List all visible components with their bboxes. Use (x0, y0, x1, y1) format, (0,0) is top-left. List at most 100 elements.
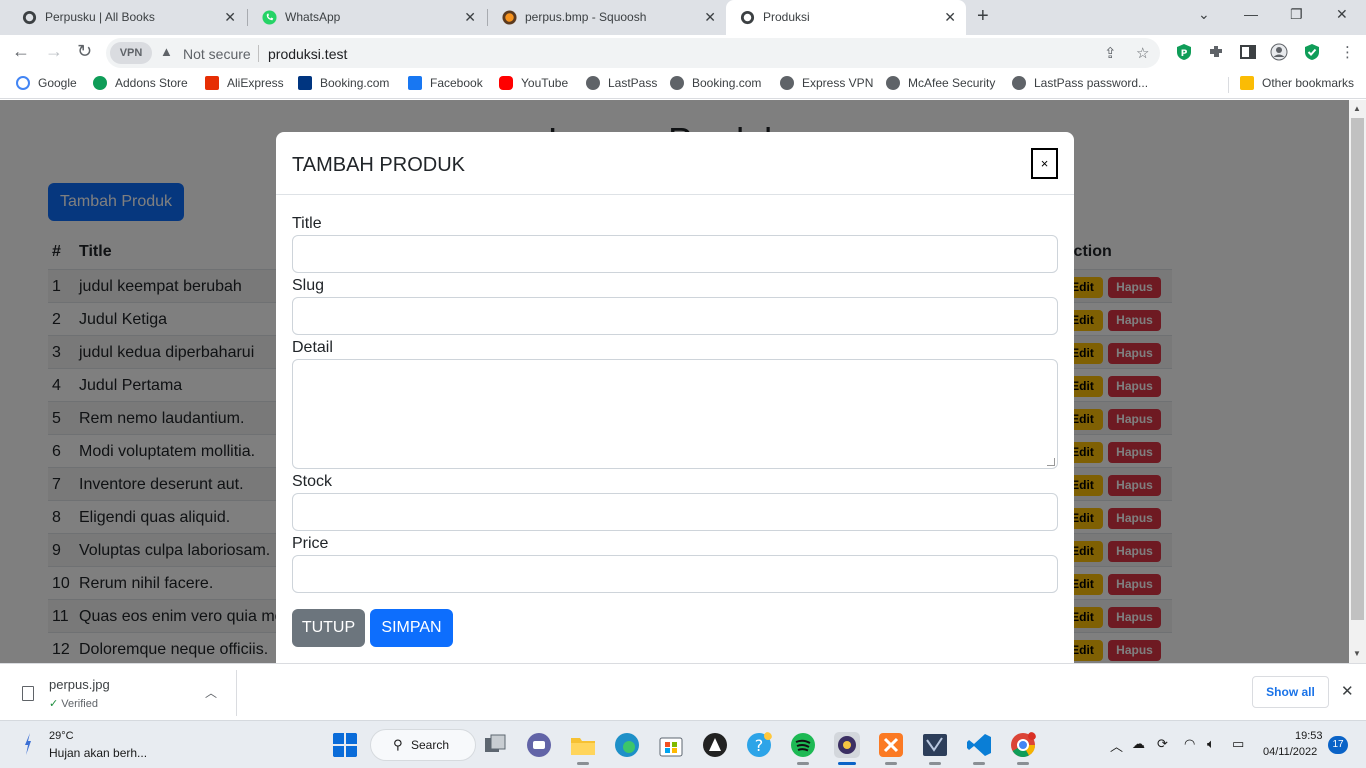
temperature[interactable]: 29°C (49, 730, 74, 742)
chrome-icon[interactable] (1010, 732, 1036, 758)
bookmark-label: Google (38, 76, 77, 90)
bookmark-booking-2[interactable]: Booking.com (670, 76, 761, 90)
battery-icon[interactable]: ▭ (1232, 736, 1244, 752)
scroll-up-icon[interactable]: ▲ (1353, 104, 1361, 113)
side-panel-icon[interactable] (1239, 43, 1257, 61)
bookmark-lastpass-password[interactable]: LastPass password... (1012, 76, 1148, 90)
clock-date[interactable]: 04/11/2022 (1263, 746, 1317, 758)
tab-search-icon[interactable]: ⌄ (1198, 6, 1210, 23)
modal-close-button[interactable]: × (1031, 148, 1058, 179)
save-button[interactable]: SIMPAN (370, 609, 453, 647)
scroll-down-icon[interactable]: ▼ (1353, 649, 1361, 658)
detail-label: Detail (292, 339, 333, 356)
bookmark-label: LastPass (608, 76, 658, 90)
teams-chat-icon[interactable] (526, 732, 552, 758)
price-input[interactable] (292, 555, 1058, 593)
address-bar[interactable]: VPN ▲ Not secure produksi.test ⇪ ☆ (106, 38, 1160, 68)
bookmark-label: Booking.com (320, 76, 390, 90)
volume-icon[interactable]: 🔈︎ (1207, 736, 1215, 752)
bookmark-aliexpress[interactable]: AliExpress (205, 76, 284, 90)
aliexpress-icon (205, 76, 219, 90)
security-status[interactable]: Not secure (183, 46, 251, 62)
terminal-icon[interactable] (922, 732, 948, 758)
store-icon[interactable] (658, 732, 684, 758)
bookmark-star-icon[interactable]: ☆ (1136, 44, 1149, 62)
taskbar-search[interactable]: ⚲ Search (370, 729, 476, 761)
warning-icon[interactable]: ▲ (160, 44, 173, 59)
tab-whatsapp[interactable]: WhatsApp ✕ (248, 0, 486, 35)
windows-taskbar: 29°C Hujan akan berh... ⚲ Search ? ︿ ☁ ⟳… (0, 720, 1366, 768)
close-download-bar-icon[interactable]: ✕ (1341, 682, 1354, 700)
resize-handle[interactable] (1047, 458, 1055, 466)
vscode-icon[interactable] (966, 732, 992, 758)
other-bookmarks[interactable]: Other bookmarks (1240, 76, 1354, 90)
url-text[interactable]: produksi.test (268, 46, 347, 62)
slug-input[interactable] (292, 297, 1058, 335)
task-view-icon[interactable] (482, 732, 508, 758)
close-tab-icon[interactable]: ✕ (704, 9, 716, 26)
close-tab-icon[interactable]: ✕ (944, 9, 956, 26)
bookmark-google[interactable]: Google (16, 76, 77, 90)
close-button[interactable]: TUTUP (292, 609, 365, 647)
chevron-up-icon[interactable]: ︿ (1110, 736, 1123, 755)
vpn-app-icon[interactable] (834, 732, 860, 758)
bookmark-youtube[interactable]: YouTube (499, 76, 568, 90)
reload-icon[interactable]: ↻ (77, 41, 92, 62)
app-logo-icon[interactable] (702, 732, 728, 758)
xampp-icon[interactable] (878, 732, 904, 758)
show-all-button[interactable]: Show all (1252, 676, 1329, 708)
edge-icon[interactable] (614, 732, 640, 758)
tab-squoosh[interactable]: perpus.bmp - Squoosh ✕ (488, 0, 726, 35)
close-tab-icon[interactable]: ✕ (224, 9, 236, 26)
restore-icon[interactable]: ❐ (1290, 6, 1303, 23)
clock-time[interactable]: 19:53 (1295, 730, 1323, 742)
bookmark-label: Other bookmarks (1262, 76, 1355, 90)
profile-icon[interactable] (1270, 43, 1288, 61)
bookmark-addons-store[interactable]: Addons Store (93, 76, 188, 90)
whatsapp-icon (262, 10, 277, 25)
help-icon[interactable]: ? (746, 732, 772, 758)
stock-input[interactable] (292, 493, 1058, 531)
bookmark-label: LastPass password... (1034, 76, 1149, 90)
window-close-icon[interactable]: ✕ (1336, 6, 1348, 23)
back-icon[interactable]: ← (12, 41, 30, 62)
tab-perpusku[interactable]: Perpusku | All Books ✕ (8, 0, 246, 35)
youtube-icon (499, 76, 513, 90)
bookmark-mcafee[interactable]: McAfee Security (886, 76, 995, 90)
notification-badge[interactable]: 17 (1328, 736, 1348, 754)
sync-icon[interactable]: ⟳ (1157, 736, 1168, 752)
shield-check-icon[interactable] (1303, 43, 1321, 61)
weather-icon[interactable] (24, 733, 32, 755)
bookmark-facebook[interactable]: Facebook (408, 76, 483, 90)
onedrive-icon[interactable]: ☁ (1132, 736, 1145, 752)
weather-forecast[interactable]: Hujan akan berh... (49, 746, 147, 760)
new-tab-button[interactable]: + (977, 5, 989, 28)
forward-icon[interactable]: → (45, 41, 63, 62)
bookmark-express-vpn[interactable]: Express VPN (780, 76, 873, 90)
wifi-icon[interactable]: ◠ (1184, 736, 1195, 752)
vertical-scrollbar[interactable]: ▲ ▼ (1349, 100, 1366, 663)
share-icon[interactable]: ⇪ (1104, 44, 1117, 62)
globe-icon (1012, 76, 1026, 90)
google-icon (16, 76, 30, 90)
spotify-icon[interactable] (790, 732, 816, 758)
menu-icon[interactable]: ⋮ (1340, 43, 1355, 61)
file-explorer-icon[interactable] (570, 732, 596, 758)
bookmark-booking[interactable]: Booking.com (298, 76, 389, 90)
title-input[interactable] (292, 235, 1058, 273)
start-icon[interactable] (332, 732, 358, 758)
minimize-icon[interactable]: — (1244, 6, 1258, 22)
tab-produksi[interactable]: Produksi ✕ (726, 0, 966, 35)
extension-shield-icon[interactable]: P (1175, 43, 1193, 61)
close-tab-icon[interactable]: ✕ (464, 9, 476, 26)
detail-textarea[interactable] (292, 359, 1058, 469)
bookmark-lastpass[interactable]: LastPass (586, 76, 657, 90)
bookmarks-bar: Google Addons Store AliExpress Booking.c… (0, 70, 1366, 99)
chevron-up-icon[interactable]: ︿ (205, 684, 217, 701)
extensions-puzzle-icon[interactable] (1207, 43, 1225, 61)
vpn-badge[interactable]: VPN (110, 42, 152, 64)
running-indicator (797, 762, 809, 765)
download-filename[interactable]: perpus.jpg (49, 677, 110, 692)
scrollbar-thumb[interactable] (1351, 118, 1364, 620)
booking-icon (298, 76, 312, 90)
